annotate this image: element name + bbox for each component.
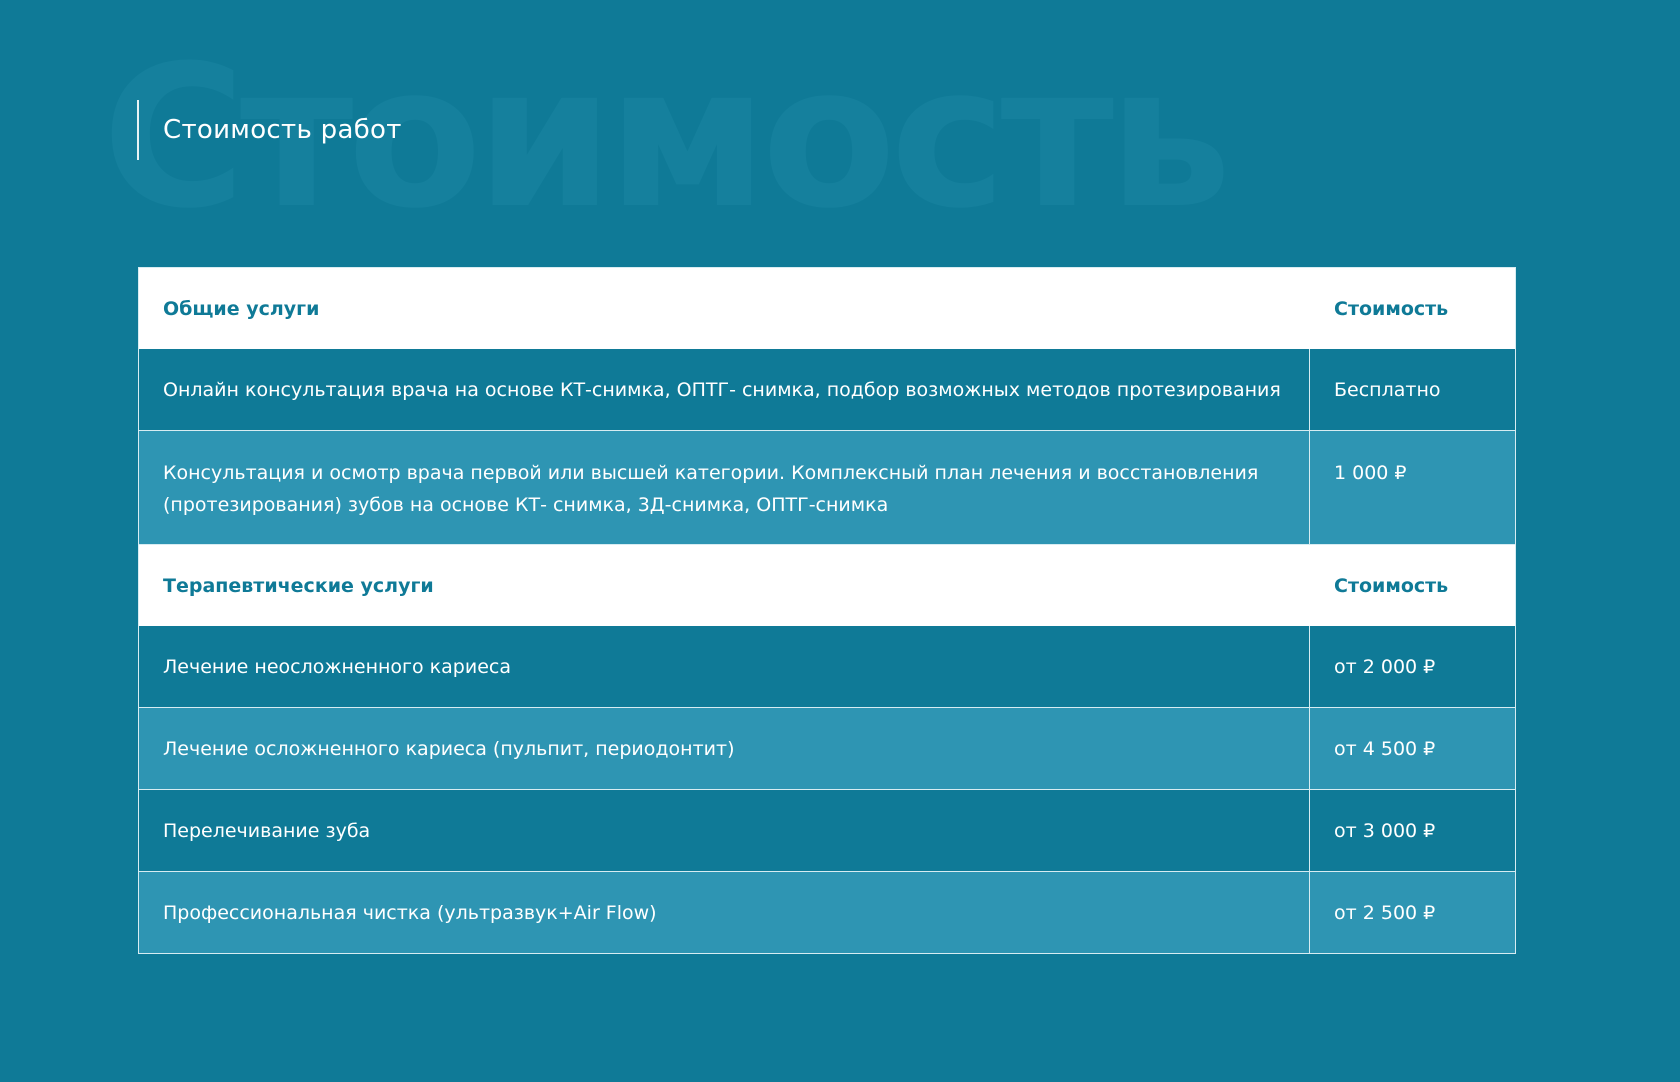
service-name: Лечение неосложненного кариеса: [139, 626, 1310, 707]
table-group-header: Терапевтические услуги Стоимость: [139, 545, 1515, 626]
service-price: 1 000 ₽: [1334, 462, 1407, 484]
table-row: Лечение осложненного кариеса (пульпит, п…: [139, 708, 1515, 790]
service-name: Перелечивание зуба: [139, 790, 1310, 871]
table-row: Лечение неосложненного кариеса от 2 000 …: [139, 626, 1515, 708]
service-name: Профессиональная чистка (ультразвук+Air …: [139, 872, 1310, 953]
section-title: Стоимость работ: [163, 115, 402, 145]
price-table: Общие услуги Стоимость Онлайн консультац…: [138, 267, 1516, 954]
header-vertical-rule: [137, 100, 139, 160]
table-row: Профессиональная чистка (ультразвук+Air …: [139, 872, 1515, 953]
service-price: от 3 000 ₽: [1334, 819, 1436, 842]
service-price: от 2 000 ₽: [1334, 655, 1436, 678]
table-row: Онлайн консультация врача на основе КТ-с…: [139, 349, 1515, 431]
group-heading: Общие услуги: [163, 297, 320, 320]
service-name: Консультация и осмотр врача первой или в…: [139, 431, 1310, 544]
price-column-heading: Стоимость: [1334, 297, 1449, 320]
table-row: Консультация и осмотр врача первой или в…: [139, 431, 1515, 545]
service-price: от 2 500 ₽: [1334, 901, 1436, 924]
table-group-header: Общие услуги Стоимость: [139, 268, 1515, 349]
group-heading: Терапевтические услуги: [163, 574, 434, 597]
service-price: от 4 500 ₽: [1334, 737, 1436, 760]
section-header: Стоимость работ: [137, 100, 402, 160]
service-name: Лечение осложненного кариеса (пульпит, п…: [139, 708, 1310, 789]
service-name: Онлайн консультация врача на основе КТ-с…: [139, 349, 1310, 430]
price-column-heading: Стоимость: [1334, 574, 1449, 597]
table-row: Перелечивание зуба от 3 000 ₽: [139, 790, 1515, 872]
service-price: Бесплатно: [1334, 378, 1441, 401]
